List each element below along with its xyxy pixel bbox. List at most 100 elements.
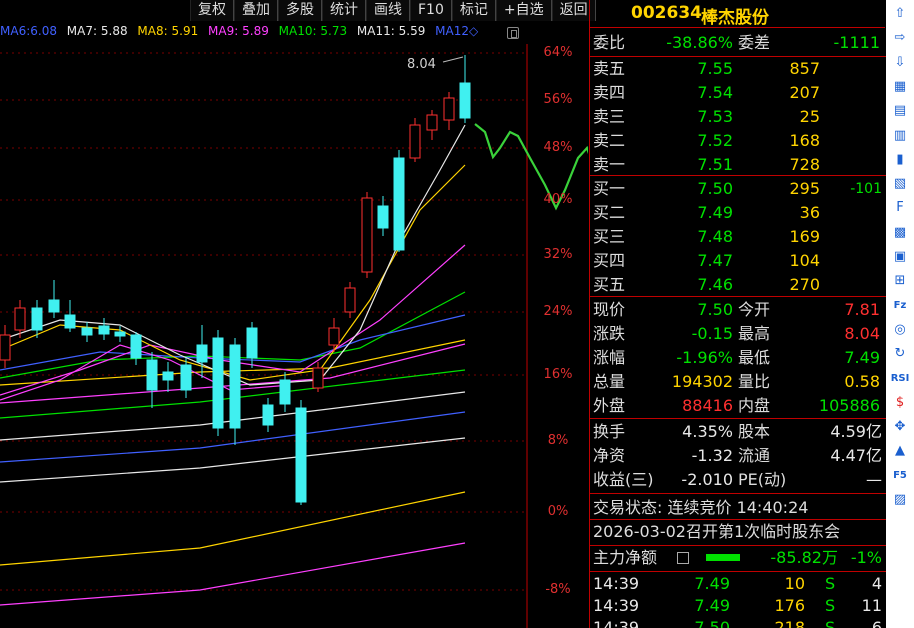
stat-label: 外盘 xyxy=(593,396,626,415)
candle-body xyxy=(162,371,174,381)
bid-label: 买三 xyxy=(593,227,626,246)
candle-body xyxy=(312,367,324,389)
fund-row: 净资 -1.32 流通 4.47亿 xyxy=(590,444,886,468)
notice-text[interactable]: 2026-03-02召开第1次临时股东会 xyxy=(593,520,840,544)
fund-value: — xyxy=(866,470,882,489)
pct-tick-label: 56% xyxy=(543,92,573,107)
stat-label: 涨跌 xyxy=(593,324,626,343)
notice-row[interactable]: 2026-03-02召开第1次临时股东会 xyxy=(590,520,886,544)
tick-time: 14:39 xyxy=(593,596,640,615)
ask-row[interactable]: 卖一 7.51 728 xyxy=(590,153,886,177)
ask-row[interactable]: 卖四 7.54 207 xyxy=(590,81,886,105)
fz-icon[interactable]: Fz xyxy=(889,295,911,317)
fund-row: 收益(三) -2.010 PE(动) — xyxy=(590,468,886,492)
high-annotation-arrow xyxy=(442,56,464,63)
add-watchlist-button[interactable]: +自选 xyxy=(495,0,552,21)
bid-row[interactable]: 买三 7.48 169 xyxy=(590,225,886,249)
bid-price[interactable]: 7.46 xyxy=(653,273,733,297)
pct-tick-label: 16% xyxy=(543,367,573,382)
f10-icon[interactable]: F xyxy=(889,197,911,219)
weibi-value: -38.86% xyxy=(666,33,733,52)
cycle-icon[interactable]: ◎ xyxy=(889,319,911,341)
bid-price[interactable]: 7.50 xyxy=(653,177,733,201)
tick-price: 7.49 xyxy=(694,596,730,615)
ask-price[interactable]: 7.52 xyxy=(653,129,733,153)
stat-value: 194302 xyxy=(671,372,733,391)
refresh-icon[interactable]: ↻ xyxy=(889,343,911,365)
ma-legend: MA6:6.08 MA7: 5.88 MA8: 5.91 MA9: 5.89 M… xyxy=(0,24,500,42)
bid-price[interactable]: 7.49 xyxy=(653,201,733,225)
fund-value: 4.59亿 xyxy=(830,422,882,441)
bid-price[interactable]: 7.48 xyxy=(653,225,733,249)
ask-price[interactable]: 7.51 xyxy=(653,153,733,177)
bid-row[interactable]: 买五 7.46 270 xyxy=(590,273,886,297)
legend-toggle-icon[interactable] xyxy=(507,27,519,39)
stat-label: 内盘 xyxy=(738,396,771,415)
mark-button[interactable]: 标记 xyxy=(451,0,496,21)
f5-icon[interactable]: F5 xyxy=(889,465,911,487)
ma-line xyxy=(0,437,466,483)
ask-volume: 25 xyxy=(799,107,820,126)
candle-body xyxy=(146,359,158,391)
statistics-button[interactable]: 统计 xyxy=(322,0,366,21)
finance-icon[interactable]: ▣ xyxy=(889,246,911,268)
dollar-icon[interactable]: $ xyxy=(889,392,911,414)
kline-icon[interactable]: ▤ xyxy=(889,100,911,122)
stat-label: 最低 xyxy=(738,348,771,367)
news-icon[interactable]: ▩ xyxy=(889,222,911,244)
fuquan-button[interactable]: 复权 xyxy=(190,0,234,21)
move-icon[interactable]: ✥ xyxy=(889,416,911,438)
draw-line-button[interactable]: 画线 xyxy=(366,0,410,21)
bid-price[interactable]: 7.47 xyxy=(653,249,733,273)
ask-row[interactable]: 卖二 7.52 168 xyxy=(590,129,886,153)
right-arrow-icon[interactable]: ⇨ xyxy=(889,27,911,49)
tick-time: 14:39 xyxy=(593,618,640,628)
fund-value: 4.35% xyxy=(682,422,733,441)
minute-chart-icon[interactable]: ▦ xyxy=(889,76,911,98)
f10-button[interactable]: F10 xyxy=(410,0,452,21)
tick-count: 11 xyxy=(861,596,882,615)
candle-body xyxy=(409,124,421,159)
pct-tick-label: 32% xyxy=(543,247,573,262)
multi-stock-button[interactable]: 多股 xyxy=(278,0,322,21)
ask-row[interactable]: 卖三 7.53 25 xyxy=(590,105,886,129)
layout-icon[interactable]: ▨ xyxy=(889,489,911,511)
ask-label: 卖一 xyxy=(593,155,626,174)
candle-body xyxy=(64,314,76,329)
bid-row[interactable]: 买四 7.47 104 xyxy=(590,249,886,273)
chart-toolbar: 复权 叠加 多股 统计 画线 F10 标记 +自选 返回 xyxy=(190,0,596,21)
stock-name: 棒杰股份 xyxy=(701,8,769,28)
bid-volume: 295 xyxy=(789,179,820,198)
ask-price[interactable]: 7.54 xyxy=(653,81,733,105)
tick-side: S xyxy=(825,574,836,593)
up-arrow-icon[interactable]: ⇧ xyxy=(889,3,911,25)
stat-value: 7.81 xyxy=(844,300,880,319)
trend-icon[interactable]: ▥ xyxy=(889,125,911,147)
ma10-legend: MA10: 5.73 xyxy=(278,24,348,38)
list-icon[interactable] xyxy=(677,552,689,564)
tick-side: S xyxy=(825,618,836,628)
rank-icon[interactable]: ⊞ xyxy=(889,270,911,292)
pct-tick-label: 48% xyxy=(543,140,573,155)
candle-body xyxy=(130,334,142,359)
rsi-icon[interactable]: RSI xyxy=(889,368,911,390)
bid-row[interactable]: 买二 7.49 36 xyxy=(590,201,886,225)
tick-volume: 176 xyxy=(774,596,805,615)
ask-row[interactable]: 卖五 7.55 857 xyxy=(590,57,886,81)
bid-row[interactable]: 买一 7.50 295 -101 xyxy=(590,177,886,201)
fund-label: 流通 xyxy=(738,446,771,465)
fund-row: 换手 4.35% 股本 4.59亿 xyxy=(590,420,886,444)
vol-icon[interactable]: ▧ xyxy=(889,173,911,195)
candle-body xyxy=(295,407,307,503)
candle-body xyxy=(196,344,208,363)
ask-price[interactable]: 7.55 xyxy=(653,57,733,81)
candle-body xyxy=(229,344,241,429)
tick-count: 6 xyxy=(871,618,882,628)
candlestick-icon[interactable]: ▮ xyxy=(889,149,911,171)
weicha-label: 委差 xyxy=(738,33,771,52)
kline-chart[interactable]: 8.04 xyxy=(0,44,588,628)
down-arrow-icon[interactable]: ⇩ xyxy=(889,52,911,74)
triangle-icon[interactable]: ▲ xyxy=(889,440,911,462)
overlay-button[interactable]: 叠加 xyxy=(234,0,278,21)
ask-price[interactable]: 7.53 xyxy=(653,105,733,129)
